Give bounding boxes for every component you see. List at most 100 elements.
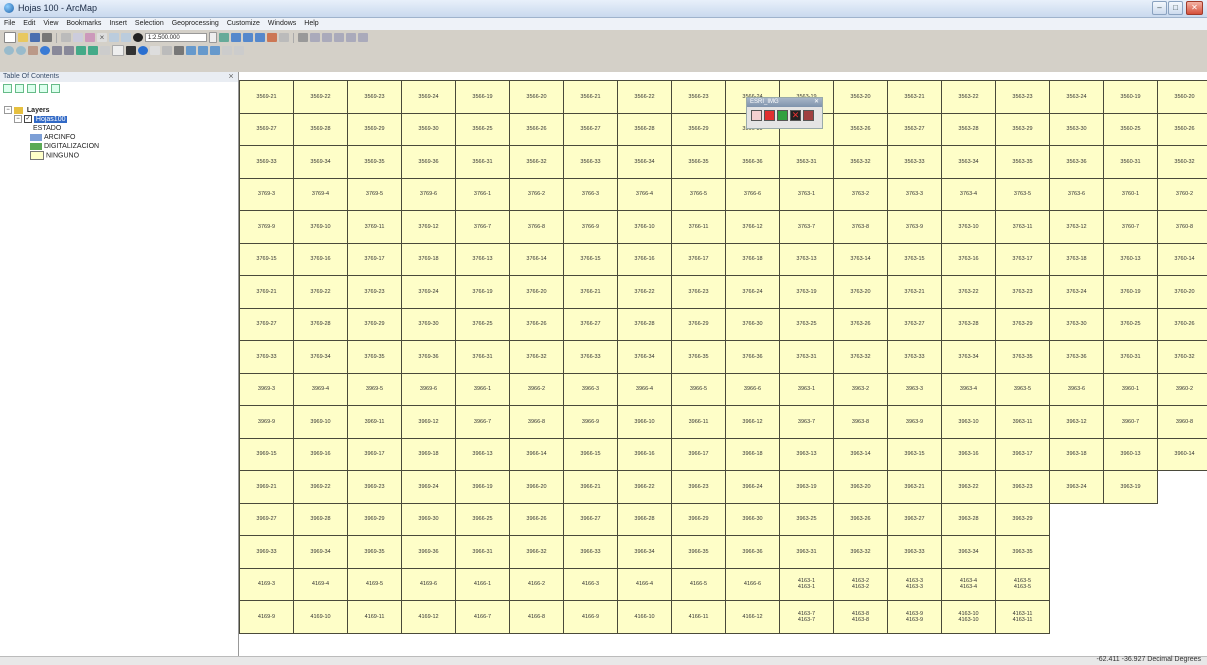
map-sheet-cell[interactable]: 3966-13 <box>455 437 510 471</box>
map-sheet-cell[interactable]: 3760-7 <box>1103 210 1158 244</box>
map-sheet-cell[interactable]: 3966-17 <box>671 437 726 471</box>
map-sheet-cell[interactable]: 3963-4 <box>941 372 996 406</box>
map-sheet-cell[interactable]: 3763-16 <box>941 242 996 276</box>
map-sheet-cell[interactable]: 3766-4 <box>617 177 672 211</box>
map-sheet-cell[interactable]: 3763-31 <box>779 340 834 374</box>
go-to-xy-icon[interactable] <box>210 46 220 55</box>
map-sheet-cell[interactable]: 3969-18 <box>401 437 456 471</box>
time-slider-icon[interactable] <box>222 46 232 55</box>
map-sheet-cell[interactable]: 3769-30 <box>401 307 456 341</box>
map-sheet-cell[interactable]: 3769-21 <box>239 275 294 309</box>
map-sheet-cell[interactable]: 4163-4 4163-4 <box>941 567 996 601</box>
model-builder-icon[interactable] <box>298 33 308 42</box>
map-sheet-cell[interactable]: 4163-7 4163-7 <box>779 600 834 634</box>
map-sheet-cell[interactable]: 4163-3 4163-3 <box>887 567 942 601</box>
map-sheet-cell[interactable]: 3963-21 <box>887 470 942 504</box>
mark-status-icon[interactable] <box>803 110 814 121</box>
map-sheet-cell[interactable]: 4166-2 <box>509 567 564 601</box>
map-sheet-cell[interactable]: 3766-1 <box>455 177 510 211</box>
map-sheet-cell[interactable]: 3760-8 <box>1157 210 1207 244</box>
map-sheet-cell[interactable]: 3966-4 <box>617 372 672 406</box>
map-sheet-cell[interactable]: 3569-33 <box>239 145 294 179</box>
map-sheet-cell[interactable]: 4169-6 <box>401 567 456 601</box>
forward-extent-icon[interactable] <box>88 46 98 55</box>
map-sheet-cell[interactable]: 3966-30 <box>725 502 780 536</box>
map-sheet-cell[interactable]: 3760-13 <box>1103 242 1158 276</box>
map-sheet-cell[interactable]: 3969-23 <box>347 470 402 504</box>
map-sheet-cell[interactable]: 3560-31 <box>1103 145 1158 179</box>
map-sheet-cell[interactable]: 3963-11 <box>995 405 1050 439</box>
menu-file[interactable]: File <box>0 18 19 30</box>
map-sheet-cell[interactable]: 3566-33 <box>563 145 618 179</box>
map-sheet-cell[interactable]: 4163-2 4163-2 <box>833 567 888 601</box>
map-sheet-cell[interactable]: 3963-1 <box>779 372 834 406</box>
map-sheet-cell[interactable]: 3966-34 <box>617 535 672 569</box>
table-icon[interactable] <box>334 33 344 42</box>
map-sheet-cell[interactable]: 3966-8 <box>509 405 564 439</box>
map-sheet-cell[interactable]: 3763-30 <box>1049 307 1104 341</box>
map-sheet-cell[interactable]: 3563-34 <box>941 145 996 179</box>
map-sheet-cell[interactable]: 3763-23 <box>995 275 1050 309</box>
map-sheet-cell[interactable]: 3566-25 <box>455 112 510 146</box>
delete-status-icon[interactable]: ✕ <box>790 110 801 121</box>
map-sheet-cell[interactable]: 3769-6 <box>401 177 456 211</box>
map-sheet-cell[interactable]: 3966-29 <box>671 502 726 536</box>
map-sheet-cell[interactable]: 3563-32 <box>833 145 888 179</box>
map-sheet-cell[interactable]: 3760-19 <box>1103 275 1158 309</box>
list-by-visibility-icon[interactable] <box>27 84 36 93</box>
map-sheet-cell[interactable]: 3763-32 <box>833 340 888 374</box>
map-sheet-cell[interactable]: 3563-20 <box>833 80 888 114</box>
map-sheet-cell[interactable]: 3969-27 <box>239 502 294 536</box>
map-sheet-cell[interactable]: 3966-9 <box>563 405 618 439</box>
red-status-icon[interactable] <box>764 110 775 121</box>
layers-node[interactable]: − Layers <box>4 106 49 115</box>
map-sheet-cell[interactable]: 3963-18 <box>1049 437 1104 471</box>
legend-item-ninguno[interactable]: NINGUNO <box>30 151 79 160</box>
map-sheet-cell[interactable]: 3563-35 <box>995 145 1050 179</box>
map-sheet-cell[interactable]: 4169-3 <box>239 567 294 601</box>
map-sheet-cell[interactable]: 3769-24 <box>401 275 456 309</box>
map-sheet-cell[interactable]: 3760-32 <box>1157 340 1207 374</box>
map-sheet-cell[interactable]: 3763-28 <box>941 307 996 341</box>
map-sheet-cell[interactable]: 3769-17 <box>347 242 402 276</box>
map-sheet-cell[interactable]: 3963-15 <box>887 437 942 471</box>
map-sheet-cell[interactable]: 4166-3 <box>563 567 618 601</box>
map-sheet-cell[interactable]: 3763-14 <box>833 242 888 276</box>
map-sheet-cell[interactable]: 3966-23 <box>671 470 726 504</box>
map-sheet-cell[interactable]: 4163-5 4163-5 <box>995 567 1050 601</box>
map-sheet-cell[interactable]: 3766-2 <box>509 177 564 211</box>
map-sheet-cell[interactable]: 3566-26 <box>509 112 564 146</box>
map-sheet-cell[interactable]: 3766-21 <box>563 275 618 309</box>
visibility-checkbox[interactable]: ✓ <box>23 115 32 124</box>
map-sheet-cell[interactable]: 3563-21 <box>887 80 942 114</box>
map-sheet-cell[interactable]: 3766-12 <box>725 210 780 244</box>
map-sheet-cell[interactable]: 3566-19 <box>455 80 510 114</box>
map-sheet-cell[interactable]: 3766-19 <box>455 275 510 309</box>
map-sheet-cell[interactable]: 3969-29 <box>347 502 402 536</box>
map-sheet-cell[interactable]: 3963-32 <box>833 535 888 569</box>
map-sheet-cell[interactable]: 3769-12 <box>401 210 456 244</box>
map-sheet-cell[interactable]: 3763-11 <box>995 210 1050 244</box>
map-sheet-cell[interactable]: 3563-36 <box>1049 145 1104 179</box>
map-sheet-cell[interactable]: 3566-23 <box>671 80 726 114</box>
map-sheet-cell[interactable]: 3969-36 <box>401 535 456 569</box>
map-sheet-cell[interactable]: 3760-2 <box>1157 177 1207 211</box>
map-sheet-cell[interactable]: 3969-11 <box>347 405 402 439</box>
map-sheet-cell[interactable]: 3566-29 <box>671 112 726 146</box>
map-sheet-cell[interactable]: 3766-31 <box>455 340 510 374</box>
map-sheet-cell[interactable]: 3763-12 <box>1049 210 1104 244</box>
map-sheet-cell[interactable]: 3569-34 <box>293 145 348 179</box>
map-sheet-cell[interactable]: 3969-16 <box>293 437 348 471</box>
map-sheet-cell[interactable]: 3560-20 <box>1157 80 1207 114</box>
map-sheet-cell[interactable]: 3963-9 <box>887 405 942 439</box>
fixed-zoom-in-icon[interactable] <box>52 46 62 55</box>
map-sheet-cell[interactable]: 4166-7 <box>455 600 510 634</box>
map-sheet-cell[interactable]: 3966-22 <box>617 470 672 504</box>
back-extent-icon[interactable] <box>76 46 86 55</box>
map-sheet-cell[interactable]: 3763-17 <box>995 242 1050 276</box>
map-sheet-cell[interactable]: 3969-21 <box>239 470 294 504</box>
map-sheet-cell[interactable]: 3566-28 <box>617 112 672 146</box>
map-sheet-cell[interactable]: 3769-33 <box>239 340 294 374</box>
map-sheet-cell[interactable]: 3763-3 <box>887 177 942 211</box>
map-sheet-cell[interactable]: 3760-1 <box>1103 177 1158 211</box>
